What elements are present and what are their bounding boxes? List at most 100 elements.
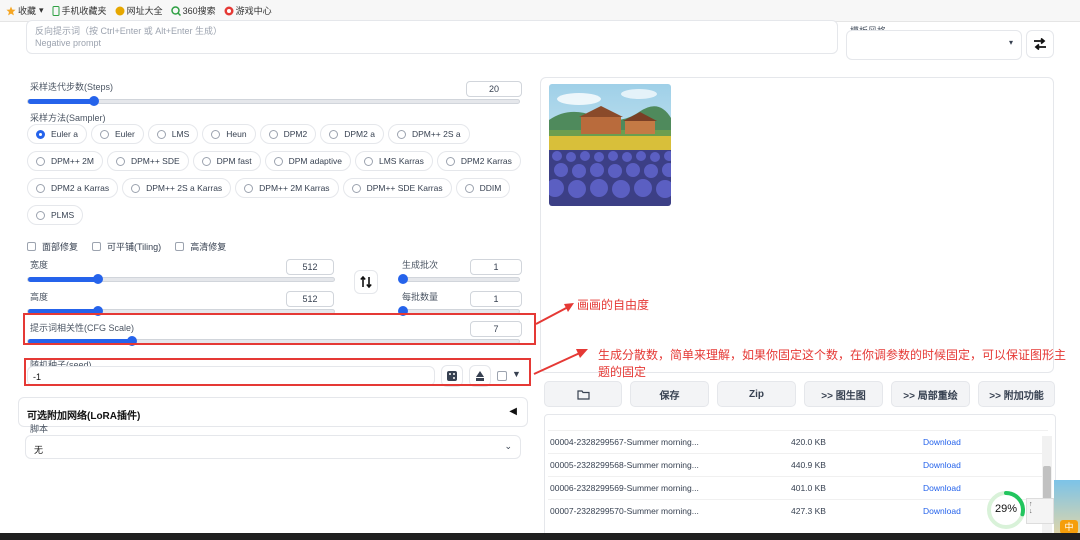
file-name: 00006-2328299569-Summer morning... xyxy=(550,483,699,493)
chevron-down-icon: ▾ xyxy=(1008,38,1013,47)
folder-icon xyxy=(576,389,590,400)
hires-fix-checkbox[interactable]: 高清修复 xyxy=(175,240,226,253)
table-row: 00007-2328299570-Summer morning... 427.3… xyxy=(548,499,1048,522)
bookmark-favorites[interactable]: 收藏 ▾ xyxy=(6,4,44,17)
sampler-option[interactable]: DPM2 a xyxy=(320,124,384,144)
sampler-option[interactable]: DPM2 xyxy=(259,124,317,144)
progress-text: 29% xyxy=(994,503,1018,515)
sampler-option[interactable]: DPM fast xyxy=(192,151,261,171)
table-row: 00004-2328299567-Summer morning... 420.0… xyxy=(548,430,1048,453)
bookmark-mobile[interactable]: 手机收藏夹 xyxy=(52,4,107,17)
swap-vertical-icon xyxy=(360,276,372,288)
bookmark-sites[interactable]: 网址大全 xyxy=(115,4,163,17)
send-to-img2img-button[interactable]: >> 图生图 xyxy=(804,381,883,407)
sampler-option[interactable]: DPM++ 2M xyxy=(27,151,103,171)
download-link[interactable]: Download xyxy=(923,460,961,470)
bookmarks-bar: 收藏 ▾ 手机收藏夹 网址大全 360搜索 游戏中心 xyxy=(0,0,1080,22)
batch-count-slider-handle[interactable] xyxy=(398,274,408,284)
negative-prompt-placeholder: Negative prompt xyxy=(35,38,102,48)
height-label: 高度 xyxy=(30,292,49,302)
star-icon xyxy=(6,6,16,15)
sampler-option[interactable]: DPM2 a Karras xyxy=(27,178,119,198)
seed-highlight-box xyxy=(24,358,531,386)
negative-prompt-input[interactable]: 反向提示词（按 Ctrl+Enter 或 Alt+Enter 生成） Negat… xyxy=(26,20,838,54)
script-label: 脚本 xyxy=(30,424,49,434)
chevron-down-icon: ⌄ xyxy=(504,441,512,451)
table-row: 00005-2328299568-Summer morning... 440.9… xyxy=(548,453,1048,476)
sampler-option[interactable]: DPM++ 2S a xyxy=(387,124,470,144)
download-link[interactable]: Download xyxy=(923,506,961,516)
batch-count-input[interactable]: 1 xyxy=(470,259,522,275)
sampler-option[interactable]: DPM++ 2S a Karras xyxy=(122,178,232,198)
progress-indicator[interactable]: 29% xyxy=(986,490,1026,530)
sampler-option[interactable]: DPM++ 2M Karras xyxy=(235,178,339,198)
face-restore-checkbox[interactable]: 面部修复 xyxy=(27,240,78,253)
globe-icon xyxy=(115,6,125,15)
cfg-annotation: 画画的自由度 xyxy=(577,298,650,312)
steps-label: 采样迭代步数(Steps) xyxy=(30,82,114,92)
seed-arrow-icon xyxy=(533,349,588,375)
download-link[interactable]: Download xyxy=(923,437,961,447)
phone-icon xyxy=(52,5,60,16)
zip-button[interactable]: Zip xyxy=(717,381,796,407)
tray-wallpaper-strip: 中 xyxy=(1054,480,1080,540)
sampler-option[interactable]: Euler a xyxy=(27,124,87,144)
sampler-option[interactable]: Euler xyxy=(90,124,144,144)
taskbar xyxy=(0,533,1080,540)
table-row: 00006-2328299569-Summer morning... 401.0… xyxy=(548,476,1048,499)
negative-prompt-label: 反向提示词（按 Ctrl+Enter 或 Alt+Enter 生成） xyxy=(35,26,223,36)
sampler-option[interactable]: LMS xyxy=(147,124,199,144)
sampler-option[interactable]: DPM2 Karras xyxy=(436,151,521,171)
height-value-input[interactable]: 512 xyxy=(286,291,334,307)
seed-annotation: 生成分散数，简单来理解，如果你固定这个数，在你调参数的时候固定，可以保证图形主题… xyxy=(598,348,1067,379)
steps-slider[interactable] xyxy=(27,96,520,106)
batch-count-label: 生成批次 xyxy=(402,260,439,270)
steps-value-input[interactable]: 20 xyxy=(466,81,522,97)
batch-size-label: 每批数量 xyxy=(402,292,439,302)
save-button[interactable]: 保存 xyxy=(630,381,709,407)
width-value-input[interactable]: 512 xyxy=(286,259,334,275)
script-select[interactable]: 无 ⌄ xyxy=(25,435,521,459)
sampler-option[interactable]: PLMS xyxy=(27,205,84,225)
script-value: 无 xyxy=(34,445,44,455)
batch-count-slider[interactable] xyxy=(398,274,520,284)
send-to-inpaint-button[interactable]: >> 局部重绘 xyxy=(891,381,970,407)
sampler-option[interactable]: DPM++ SDE Karras xyxy=(342,178,452,198)
landscape-image xyxy=(549,84,671,206)
sampler-option[interactable]: Heun xyxy=(202,124,256,144)
template-style-select[interactable]: ▾ xyxy=(846,30,1022,60)
collapse-arrow-icon: ◀ xyxy=(509,406,517,417)
sampler-option[interactable]: DPM++ SDE xyxy=(107,151,189,171)
generated-image-thumbnail[interactable] xyxy=(549,84,671,206)
file-name: 00007-2328299570-Summer morning... xyxy=(550,506,699,516)
open-folder-button[interactable] xyxy=(544,381,622,407)
cfg-arrow-icon xyxy=(535,303,574,325)
apply-style-button[interactable] xyxy=(1026,30,1054,58)
file-size: 401.0 KB xyxy=(791,483,826,493)
file-size: 420.0 KB xyxy=(791,437,826,447)
width-slider[interactable] xyxy=(27,274,335,284)
sampler-option[interactable]: DPM adaptive xyxy=(264,151,351,171)
lora-label: 可选附加网络(LoRA插件) xyxy=(27,411,141,422)
ime-indicator[interactable]: 中 xyxy=(1060,520,1078,534)
sampler-label: 采样方法(Sampler) xyxy=(30,113,106,123)
search-icon xyxy=(170,5,181,16)
file-size: 427.3 KB xyxy=(791,506,826,516)
cfg-highlight-box xyxy=(23,313,536,345)
file-size: 440.9 KB xyxy=(791,460,826,470)
width-slider-handle[interactable] xyxy=(93,274,103,284)
swap-dimensions-button[interactable] xyxy=(354,270,378,294)
steps-slider-handle[interactable] xyxy=(89,96,99,106)
batch-size-input[interactable]: 1 xyxy=(470,291,522,307)
bookmark-games[interactable]: 游戏中心 xyxy=(224,4,272,17)
sampler-option[interactable]: LMS Karras xyxy=(355,151,433,171)
download-link[interactable]: Download xyxy=(923,483,961,493)
file-name: 00005-2328299568-Summer morning... xyxy=(550,460,699,470)
sampler-option[interactable]: DDIM xyxy=(455,178,511,198)
swap-icon xyxy=(1034,38,1046,50)
bookmark-search[interactable]: 360搜索 xyxy=(170,4,216,17)
lora-accordion[interactable]: 可选附加网络(LoRA插件) ◀ xyxy=(18,397,528,427)
send-to-extras-button[interactable]: >> 附加功能 xyxy=(978,381,1055,407)
tiling-checkbox[interactable]: 可平铺(Tiling) xyxy=(92,240,161,253)
game-icon xyxy=(224,6,234,15)
